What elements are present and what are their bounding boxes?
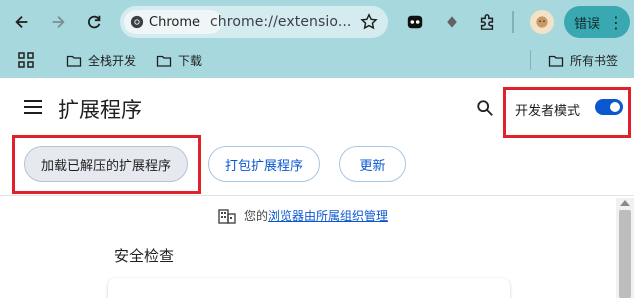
search-icon[interactable]	[476, 99, 494, 117]
avatar-face-icon	[536, 16, 548, 28]
site-info-chip[interactable]: Chrome	[124, 10, 222, 34]
bookmark-star-icon[interactable]	[360, 13, 378, 31]
dev-mode-label: 开发者模式	[515, 104, 581, 119]
all-bookmarks-label: 所有书签	[570, 54, 619, 68]
extension-panda-icon[interactable]	[404, 11, 426, 33]
browser-toolbar: Chrome chrome://extensio... 错误 ⋮	[0, 0, 634, 44]
building-icon	[218, 208, 236, 224]
load-unpacked-button[interactable]: 加载已解压的扩展程序	[24, 146, 188, 182]
reload-button[interactable]	[80, 8, 108, 36]
safety-check-title: 安全检查	[114, 247, 175, 265]
site-chip-label: Chrome	[149, 14, 200, 30]
managed-link[interactable]: 浏览器由所属组织管理	[268, 207, 388, 224]
scrollbar-thumb[interactable]	[619, 210, 631, 298]
toggle-knob	[610, 102, 620, 112]
forward-arrow-icon	[52, 15, 65, 29]
forward-button[interactable]	[44, 8, 72, 36]
hamburger-menu-icon[interactable]	[24, 100, 42, 114]
more-menu-icon[interactable]: ⋮	[608, 13, 624, 32]
back-arrow-icon	[15, 15, 28, 29]
update-button[interactable]: 更新	[339, 146, 406, 182]
bookmarks-separator	[530, 50, 531, 70]
toolbar-divider	[0, 195, 634, 196]
url-text[interactable]: chrome://extensio...	[210, 14, 351, 30]
bookmark-label: 全栈开发	[88, 54, 137, 68]
reload-icon	[88, 15, 101, 29]
all-bookmarks-folder[interactable]: 所有书签	[548, 52, 618, 69]
extension-diamond-icon[interactable]	[441, 11, 463, 33]
error-chip[interactable]: 错误 ⋮	[564, 6, 630, 38]
chrome-logo-icon	[130, 15, 144, 29]
bookmark-folder-downloads[interactable]: 下载	[156, 52, 202, 69]
folder-icon	[548, 55, 564, 67]
safety-check-card	[108, 278, 510, 298]
toolbar-separator	[512, 11, 514, 33]
bookmark-folder-fullstack[interactable]: 全栈开发	[66, 52, 136, 69]
error-chip-label: 错误	[574, 16, 601, 32]
back-button[interactable]	[8, 8, 36, 36]
extensions-puzzle-icon[interactable]	[476, 11, 498, 33]
folder-icon	[66, 55, 82, 67]
scroll-up-arrow-icon[interactable]	[620, 200, 630, 206]
managed-prefix: 您的	[244, 209, 269, 223]
pack-extension-button[interactable]: 打包扩展程序	[208, 146, 320, 182]
bookmark-label: 下载	[178, 54, 203, 68]
profile-avatar[interactable]	[530, 10, 554, 34]
managed-notice: 您的 浏览器由所属组织管理	[218, 207, 388, 224]
page-title: 扩展程序	[58, 98, 142, 122]
apps-grid-button[interactable]	[18, 52, 40, 68]
address-bar[interactable]: Chrome chrome://extensio...	[120, 6, 388, 38]
dev-mode-toggle[interactable]	[595, 99, 623, 115]
folder-icon	[156, 55, 172, 67]
apps-grid-icon	[18, 52, 34, 68]
